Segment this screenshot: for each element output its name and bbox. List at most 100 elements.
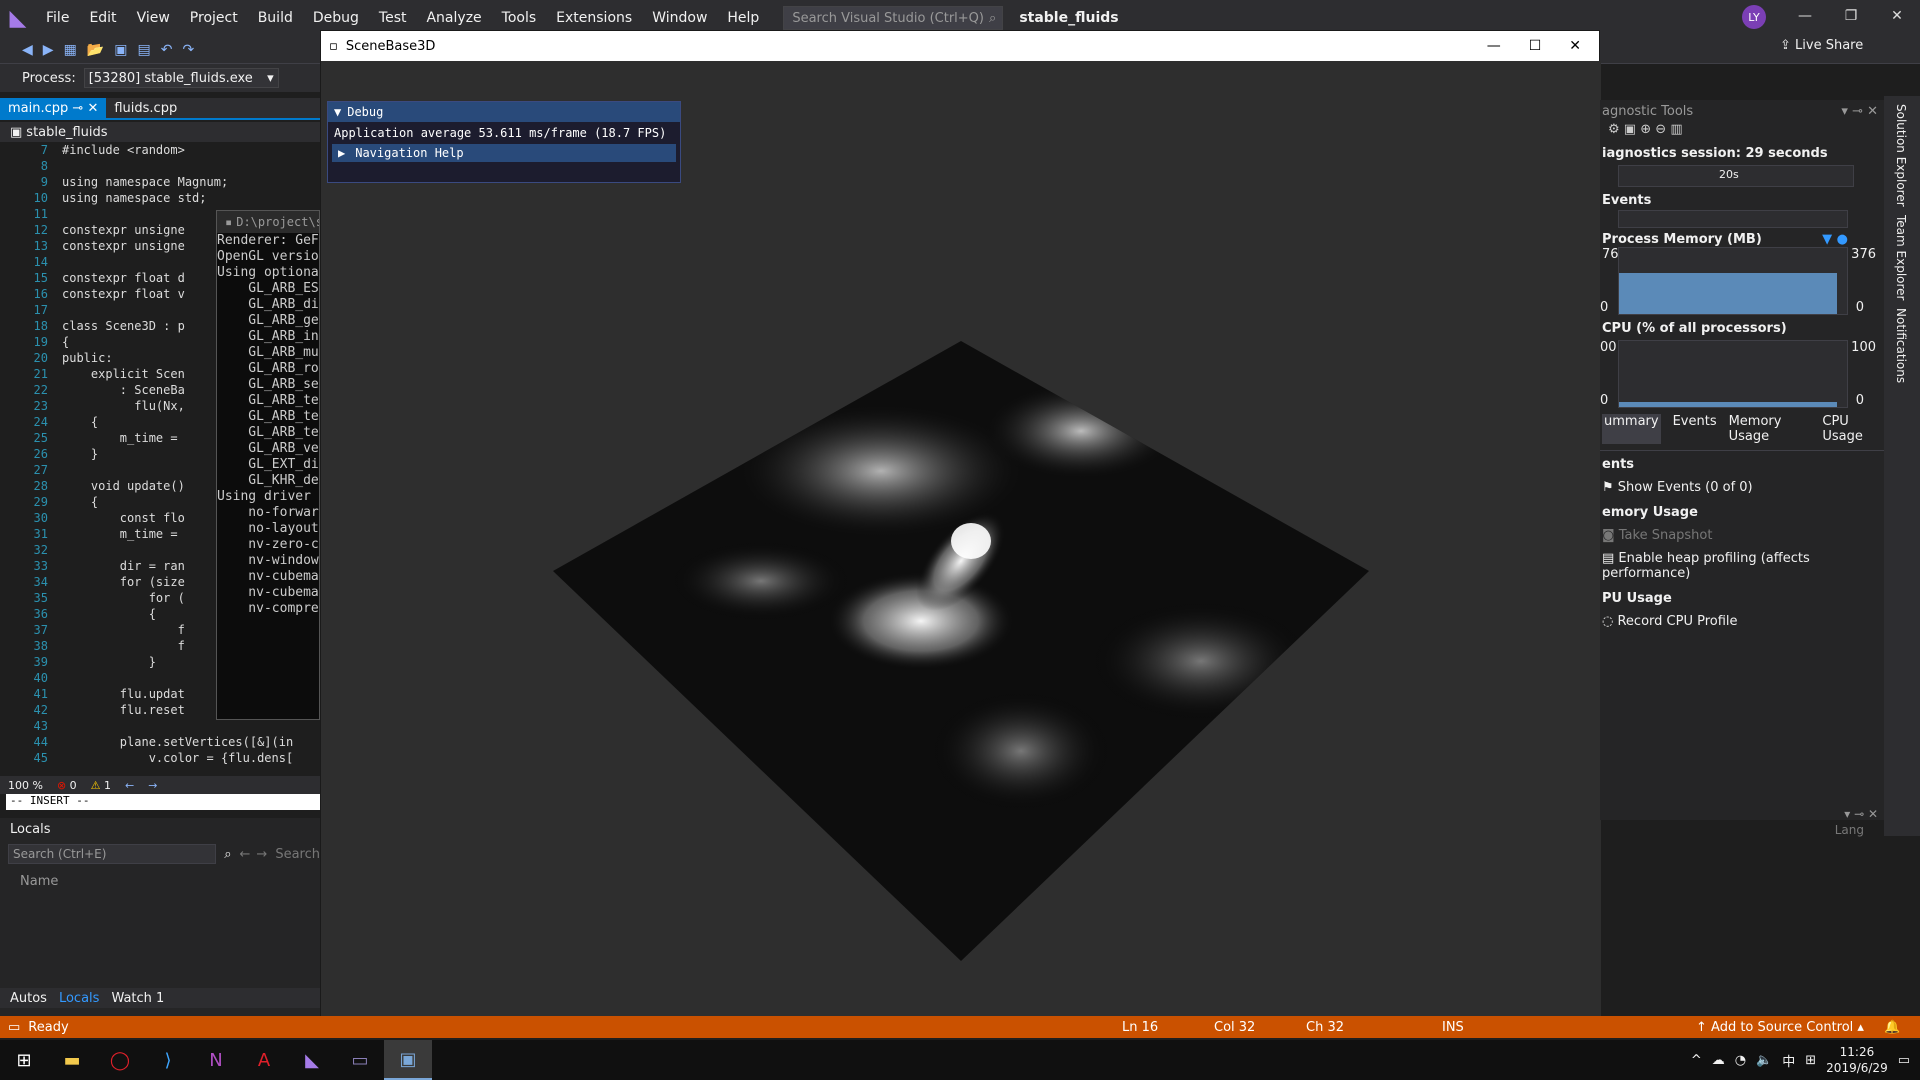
team-explorer-tab[interactable]: Team Explorer xyxy=(1894,215,1908,301)
keyboard-icon[interactable]: ⊞ xyxy=(1805,1053,1816,1068)
render-canvas[interactable]: ▼ Debug Application average 53.611 ms/fr… xyxy=(321,61,1601,1021)
code-line[interactable]: 8 xyxy=(0,158,320,174)
close-icon[interactable]: ✕ xyxy=(1882,8,1912,24)
acrobat-icon[interactable]: A xyxy=(240,1040,288,1080)
tab-summary[interactable]: ummary xyxy=(1602,414,1661,444)
terminal-icon[interactable]: ▭ xyxy=(336,1040,384,1080)
notifications-tab[interactable]: Notifications xyxy=(1894,308,1908,383)
network-icon[interactable]: ◔ xyxy=(1735,1053,1746,1068)
menu-tools[interactable]: Tools xyxy=(492,10,547,26)
tab-events[interactable]: Events xyxy=(1673,414,1717,444)
visual-studio-icon[interactable]: ◣ xyxy=(288,1040,336,1080)
onenote-icon[interactable]: N xyxy=(192,1040,240,1080)
error-count[interactable]: ⊗ 0 xyxy=(57,779,77,792)
show-events-link[interactable]: ⚑ Show Events (0 of 0) xyxy=(1600,480,1884,495)
vscode-icon[interactable]: ⟩ xyxy=(144,1040,192,1080)
windows-start-icon[interactable]: ⊞ xyxy=(0,1040,48,1080)
file-explorer-icon[interactable]: ▬ xyxy=(48,1040,96,1080)
pin-icon[interactable]: ⊸ xyxy=(72,101,87,116)
close-icon[interactable]: ✕ xyxy=(1569,38,1581,54)
debug-panel[interactable]: ▼ Debug Application average 53.611 ms/fr… xyxy=(327,101,681,183)
filter-icon[interactable]: ▼ ● xyxy=(1822,232,1884,247)
console-titlebar[interactable]: ▪ D:\project\st xyxy=(217,211,319,233)
notification-bell-icon[interactable]: 🔔 xyxy=(1884,1020,1900,1035)
code-line[interactable]: 45 v.color = {flu.dens[ xyxy=(0,750,320,766)
minimize-icon[interactable]: — xyxy=(1790,8,1820,24)
tab-memory-usage[interactable]: Memory Usage xyxy=(1729,414,1811,444)
cloud-icon[interactable]: ☁ xyxy=(1712,1053,1725,1068)
code-line[interactable]: 9 using namespace Magnum; xyxy=(0,174,320,190)
tab-fluids-cpp[interactable]: fluids.cpp xyxy=(106,98,185,118)
panel-menu-icon[interactable]: ▾ ⊸ ✕ xyxy=(1844,807,1884,821)
locals-search-input[interactable]: Search (Ctrl+E) xyxy=(8,844,217,864)
menu-debug[interactable]: Debug xyxy=(303,10,369,26)
code-line[interactable]: 10 using namespace std; xyxy=(0,190,320,206)
breadcrumb[interactable]: ▣ stable_fluids xyxy=(0,122,320,142)
back-icon[interactable]: ← xyxy=(240,847,251,862)
tab-watch-1[interactable]: Watch 1 xyxy=(111,991,164,1006)
process-dropdown[interactable]: [53280] stable_fluids.exe ▾ xyxy=(83,68,279,88)
tab-cpu-usage[interactable]: CPU Usage xyxy=(1822,414,1882,444)
add-to-source-control-button[interactable]: ↑ Add to Source Control ▴ xyxy=(1696,1020,1864,1035)
forward-icon[interactable]: → xyxy=(256,847,267,862)
export-icon[interactable]: ▣ xyxy=(1624,122,1636,137)
panel-menu-icon[interactable]: ▾ ⊸ ✕ xyxy=(1841,104,1884,119)
menu-analyze[interactable]: Analyze xyxy=(416,10,491,26)
record-cpu-button[interactable]: ◌ Record CPU Profile xyxy=(1600,614,1884,629)
menu-help[interactable]: Help xyxy=(717,10,769,26)
tab-locals[interactable]: Locals xyxy=(59,991,99,1006)
zoom-level[interactable]: 100 % xyxy=(8,779,43,792)
minimize-icon[interactable]: — xyxy=(1487,38,1501,54)
maximize-icon[interactable]: ☐ xyxy=(1529,38,1542,54)
code-line[interactable]: 44 plane.setVertices([&](in xyxy=(0,734,320,750)
take-snapshot-button[interactable]: ◙ Take Snapshot xyxy=(1600,528,1884,543)
undo-icon[interactable]: ↶ xyxy=(161,42,173,58)
warning-count[interactable]: ⚠ 1 xyxy=(91,779,111,792)
menu-edit[interactable]: Edit xyxy=(79,10,126,26)
navigation-help-item[interactable]: ▶ Navigation Help xyxy=(332,144,676,162)
code-line[interactable]: 7 #include <random> xyxy=(0,142,320,158)
search-depth[interactable]: Search xyxy=(275,847,320,862)
collapse-icon[interactable]: ▼ xyxy=(334,105,341,119)
menu-project[interactable]: Project xyxy=(180,10,248,26)
nav-back-icon[interactable]: ← xyxy=(125,779,134,792)
opera-icon[interactable]: ◯ xyxy=(96,1040,144,1080)
tab-main-cpp[interactable]: main.cpp ⊸ ✕ xyxy=(0,98,107,118)
menu-build[interactable]: Build xyxy=(248,10,303,26)
zoom-out-icon[interactable]: ⊖ xyxy=(1655,122,1666,137)
nav-forward-icon[interactable]: → xyxy=(148,779,157,792)
scene-window[interactable]: ▫ SceneBase3D — ☐ ✕ ▼ Debug Application … xyxy=(320,30,1601,1021)
ime-indicator[interactable]: 中 xyxy=(1782,1051,1795,1070)
search-icon[interactable]: ⌕ xyxy=(224,847,231,862)
scene-titlebar[interactable]: ▫ SceneBase3D — ☐ ✕ xyxy=(321,31,1599,61)
solution-explorer-tab[interactable]: Solution Explorer xyxy=(1894,104,1908,207)
heap-profiling-toggle[interactable]: ▤ Enable heap profiling (affects perform… xyxy=(1600,551,1884,581)
action-center-icon[interactable]: ▭ xyxy=(1898,1053,1910,1068)
forward-icon[interactable]: ▶ xyxy=(43,42,54,58)
save-all-icon[interactable]: ▤ xyxy=(137,42,150,58)
zoom-in-icon[interactable]: ⊕ xyxy=(1640,122,1651,137)
tab-autos[interactable]: Autos xyxy=(10,991,47,1006)
reset-zoom-icon[interactable]: ▥ xyxy=(1670,122,1682,137)
restore-icon[interactable]: ❐ xyxy=(1836,8,1866,24)
open-icon[interactable]: 📂 xyxy=(87,42,104,58)
save-icon[interactable]: ▣ xyxy=(114,42,127,58)
menu-test[interactable]: Test xyxy=(369,10,417,26)
menu-extensions[interactable]: Extensions xyxy=(546,10,642,26)
code-line[interactable]: 43 xyxy=(0,718,320,734)
new-project-icon[interactable]: ▦ xyxy=(64,42,77,58)
menu-view[interactable]: View xyxy=(127,10,180,26)
menu-file[interactable]: File xyxy=(36,10,79,26)
console-window[interactable]: ▪ D:\project\st Renderer: GeFOpenGL vers… xyxy=(216,210,320,720)
clock[interactable]: 11:26 2019/6/29 xyxy=(1826,1044,1888,1076)
close-tab-icon[interactable]: ✕ xyxy=(87,101,98,116)
live-share-button[interactable]: ⇪ Live Share xyxy=(1780,38,1863,53)
volume-icon[interactable]: 🔈 xyxy=(1756,1053,1772,1068)
redo-icon[interactable]: ↷ xyxy=(182,42,194,58)
settings-icon[interactable]: ⚙ xyxy=(1608,122,1620,137)
timeline[interactable]: 20s xyxy=(1618,165,1854,187)
search-input[interactable]: Search Visual Studio (Ctrl+Q) ⌕ xyxy=(783,6,1004,30)
scene-app-icon[interactable]: ▣ xyxy=(384,1040,432,1080)
tray-expand-icon[interactable]: ^ xyxy=(1691,1053,1702,1068)
menu-window[interactable]: Window xyxy=(642,10,717,26)
